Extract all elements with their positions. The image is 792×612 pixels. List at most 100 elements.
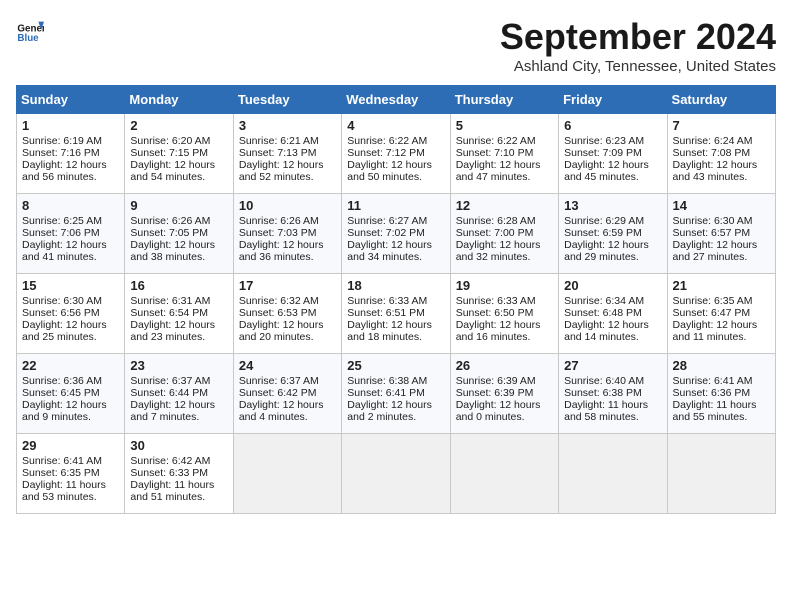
calendar-cell: 4Sunrise: 6:22 AMSunset: 7:12 PMDaylight…	[342, 114, 450, 194]
calendar-week-row: 22Sunrise: 6:36 AMSunset: 6:45 PMDayligh…	[17, 354, 776, 434]
calendar-week-row: 1Sunrise: 6:19 AMSunset: 7:16 PMDaylight…	[17, 114, 776, 194]
sunrise-text: Sunrise: 6:19 AM	[22, 135, 102, 147]
calendar-cell: 24Sunrise: 6:37 AMSunset: 6:42 PMDayligh…	[233, 354, 341, 434]
sunrise-text: Sunrise: 6:22 AM	[456, 135, 536, 147]
sunrise-text: Sunrise: 6:42 AM	[130, 455, 210, 467]
daylight-text: Daylight: 12 hours and 54 minutes.	[130, 159, 215, 183]
day-number: 16	[130, 278, 227, 293]
daylight-text: Daylight: 12 hours and 32 minutes.	[456, 239, 541, 263]
daylight-text: Daylight: 12 hours and 9 minutes.	[22, 399, 107, 423]
day-number: 21	[673, 278, 770, 293]
sunset-text: Sunset: 6:41 PM	[347, 387, 425, 399]
sunrise-text: Sunrise: 6:37 AM	[239, 375, 319, 387]
sunrise-text: Sunrise: 6:37 AM	[130, 375, 210, 387]
daylight-text: Daylight: 12 hours and 27 minutes.	[673, 239, 758, 263]
weekday-header: Wednesday	[342, 86, 450, 114]
page-header: General Blue September 2024 Ashland City…	[16, 16, 776, 75]
calendar-cell	[559, 434, 667, 514]
day-number: 17	[239, 278, 336, 293]
daylight-text: Daylight: 11 hours and 53 minutes.	[22, 479, 106, 503]
sunset-text: Sunset: 6:45 PM	[22, 387, 100, 399]
day-number: 18	[347, 278, 444, 293]
calendar-cell	[667, 434, 775, 514]
day-number: 25	[347, 358, 444, 373]
daylight-text: Daylight: 12 hours and 18 minutes.	[347, 319, 432, 343]
daylight-text: Daylight: 12 hours and 16 minutes.	[456, 319, 541, 343]
sunset-text: Sunset: 6:53 PM	[239, 307, 317, 319]
calendar-cell: 3Sunrise: 6:21 AMSunset: 7:13 PMDaylight…	[233, 114, 341, 194]
day-number: 12	[456, 198, 553, 213]
daylight-text: Daylight: 12 hours and 2 minutes.	[347, 399, 432, 423]
sunrise-text: Sunrise: 6:40 AM	[564, 375, 644, 387]
sunset-text: Sunset: 7:06 PM	[22, 227, 100, 239]
daylight-text: Daylight: 12 hours and 14 minutes.	[564, 319, 649, 343]
sunset-text: Sunset: 6:50 PM	[456, 307, 534, 319]
weekday-header: Sunday	[17, 86, 125, 114]
day-number: 4	[347, 118, 444, 133]
calendar-cell: 5Sunrise: 6:22 AMSunset: 7:10 PMDaylight…	[450, 114, 558, 194]
daylight-text: Daylight: 12 hours and 47 minutes.	[456, 159, 541, 183]
calendar-cell: 16Sunrise: 6:31 AMSunset: 6:54 PMDayligh…	[125, 274, 233, 354]
calendar-cell: 18 Sunrise: 6:33 AMSunset: 6:51 PMDayligh…	[342, 274, 450, 354]
daylight-text: Daylight: 12 hours and 41 minutes.	[22, 239, 107, 263]
day-number: 1	[22, 118, 119, 133]
calendar-week-row: 15Sunrise: 6:30 AMSunset: 6:56 PMDayligh…	[17, 274, 776, 354]
daylight-text: Daylight: 12 hours and 36 minutes.	[239, 239, 324, 263]
day-number: 13	[564, 198, 661, 213]
day-number: 2	[130, 118, 227, 133]
sunset-text: Sunset: 6:33 PM	[130, 467, 208, 479]
weekday-header: Monday	[125, 86, 233, 114]
calendar-cell: 12 Sunrise: 6:28 AMSunset: 7:00 PMDayligh…	[450, 194, 558, 274]
daylight-text: Daylight: 12 hours and 56 minutes.	[22, 159, 107, 183]
day-number: 11	[347, 198, 444, 213]
daylight-text: Daylight: 12 hours and 4 minutes.	[239, 399, 324, 423]
sunset-text: Sunset: 6:51 PM	[347, 307, 425, 319]
weekday-header: Friday	[559, 86, 667, 114]
sunrise-text: Sunrise: 6:28 AM	[456, 215, 536, 227]
calendar-cell: 15Sunrise: 6:30 AMSunset: 6:56 PMDayligh…	[17, 274, 125, 354]
calendar-cell: 30Sunrise: 6:42 AMSunset: 6:33 PMDayligh…	[125, 434, 233, 514]
daylight-text: Daylight: 11 hours and 58 minutes.	[564, 399, 648, 423]
daylight-text: Daylight: 12 hours and 23 minutes.	[130, 319, 215, 343]
daylight-text: Daylight: 11 hours and 51 minutes.	[130, 479, 214, 503]
day-number: 3	[239, 118, 336, 133]
daylight-text: Daylight: 12 hours and 0 minutes.	[456, 399, 541, 423]
sunset-text: Sunset: 7:10 PM	[456, 147, 534, 159]
calendar-cell: 28Sunrise: 6:41 AMSunset: 6:36 PMDayligh…	[667, 354, 775, 434]
sunset-text: Sunset: 7:15 PM	[130, 147, 208, 159]
sunrise-text: Sunrise: 6:27 AM	[347, 215, 427, 227]
calendar-cell: 6Sunrise: 6:23 AMSunset: 7:09 PMDaylight…	[559, 114, 667, 194]
day-number: 6	[564, 118, 661, 133]
sunset-text: Sunset: 7:00 PM	[456, 227, 534, 239]
sunset-text: Sunset: 7:08 PM	[673, 147, 751, 159]
sunrise-text: Sunrise: 6:31 AM	[130, 295, 210, 307]
calendar-cell	[233, 434, 341, 514]
daylight-text: Daylight: 12 hours and 29 minutes.	[564, 239, 649, 263]
day-number: 23	[130, 358, 227, 373]
daylight-text: Daylight: 11 hours and 55 minutes.	[673, 399, 757, 423]
calendar-cell: 9Sunrise: 6:26 AMSunset: 7:05 PMDaylight…	[125, 194, 233, 274]
day-number: 29	[22, 438, 119, 453]
day-number: 24	[239, 358, 336, 373]
weekday-header: Tuesday	[233, 86, 341, 114]
calendar-cell: 29Sunrise: 6:41 AMSunset: 6:35 PMDayligh…	[17, 434, 125, 514]
daylight-text: Daylight: 12 hours and 52 minutes.	[239, 159, 324, 183]
sunrise-text: Sunrise: 6:33 AM	[347, 295, 427, 307]
sunrise-text: Sunrise: 6:26 AM	[239, 215, 319, 227]
calendar-cell: 11Sunrise: 6:27 AMSunset: 7:02 PMDayligh…	[342, 194, 450, 274]
calendar-cell: 2 Sunrise: 6:20 AMSunset: 7:15 PMDaylight…	[125, 114, 233, 194]
day-number: 8	[22, 198, 119, 213]
sunrise-text: Sunrise: 6:22 AM	[347, 135, 427, 147]
day-number: 7	[673, 118, 770, 133]
sunrise-text: Sunrise: 6:20 AM	[130, 135, 210, 147]
calendar-cell	[342, 434, 450, 514]
sunrise-text: Sunrise: 6:30 AM	[22, 295, 102, 307]
calendar-cell: 14Sunrise: 6:30 AMSunset: 6:57 PMDayligh…	[667, 194, 775, 274]
sunset-text: Sunset: 6:39 PM	[456, 387, 534, 399]
weekday-header-row: SundayMondayTuesdayWednesdayThursdayFrid…	[17, 86, 776, 114]
calendar-cell: 26Sunrise: 6:39 AMSunset: 6:39 PMDayligh…	[450, 354, 558, 434]
daylight-text: Daylight: 12 hours and 20 minutes.	[239, 319, 324, 343]
sunset-text: Sunset: 7:02 PM	[347, 227, 425, 239]
sunrise-text: Sunrise: 6:39 AM	[456, 375, 536, 387]
day-number: 10	[239, 198, 336, 213]
